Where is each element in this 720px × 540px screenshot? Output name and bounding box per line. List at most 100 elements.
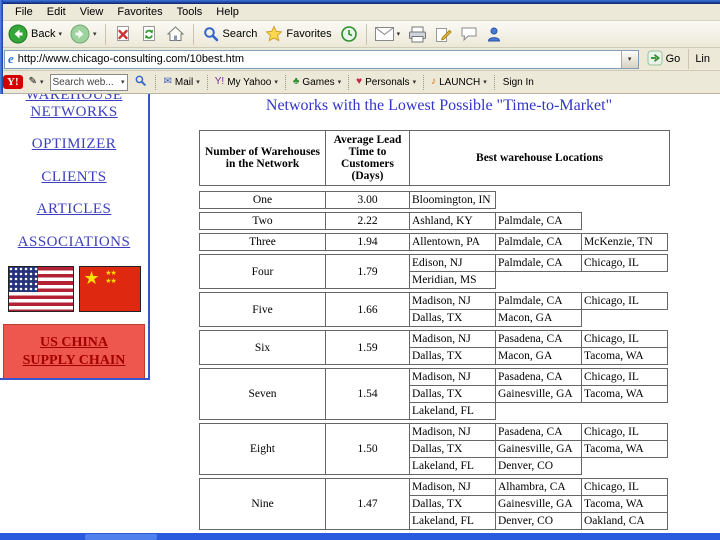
address-url-text: http://www.chicago-consulting.com/10best… bbox=[17, 53, 245, 65]
menu-item-tools[interactable]: Tools bbox=[170, 5, 210, 19]
forward-button[interactable]: ▾ bbox=[66, 22, 101, 46]
history-clock-icon bbox=[340, 25, 358, 43]
yahoo-items: ✉ Mail ▾ Y! My Yahoo ▾ ♣ Games ▾ ♥ Personals ▾ ♪ LAUN… bbox=[161, 74, 497, 90]
taskbar bbox=[0, 533, 720, 540]
links-toolbar-label[interactable]: Lin bbox=[688, 49, 716, 69]
sidebar-link-articles[interactable]: ARTICLES bbox=[3, 201, 145, 218]
header-number-of-warehouses: Number of Warehouses in the Network bbox=[199, 130, 326, 186]
menu-item-help[interactable]: Help bbox=[209, 5, 246, 19]
yahoo-separator bbox=[423, 74, 425, 90]
menu-bar: File Edit View Favorites Tools Help bbox=[0, 4, 720, 21]
china-flag: ★ ★★ ★★ bbox=[78, 266, 141, 312]
location-cell: Chicago, IL bbox=[581, 254, 668, 272]
home-button[interactable] bbox=[162, 22, 189, 46]
location-cell: Palmdale, CA bbox=[495, 292, 582, 310]
yahoo-item-mail[interactable]: ✉ Mail ▾ bbox=[161, 76, 203, 89]
search-icon bbox=[202, 25, 220, 43]
dropdown-caret-icon: ▾ bbox=[196, 78, 200, 86]
yahoo-item-launch[interactable]: ♪ LAUNCH ▾ bbox=[428, 76, 490, 89]
menu-item-edit[interactable]: Edit bbox=[40, 5, 73, 19]
taskbar-window-button[interactable] bbox=[85, 534, 157, 540]
lead-time-cell: 1.50 bbox=[325, 423, 410, 475]
us-flag bbox=[7, 266, 74, 312]
yahoo-item-label: Personals bbox=[365, 76, 410, 88]
location-cell: Bloomington, IN bbox=[409, 191, 496, 209]
go-button-label: Go bbox=[665, 53, 681, 65]
yahoo-compose-button[interactable]: ✎ ▾ bbox=[26, 76, 47, 88]
location-cell: Tacoma, WA bbox=[581, 347, 668, 365]
yahoo-separator bbox=[206, 74, 208, 90]
header-best-locations: Best warehouse Locations bbox=[409, 130, 670, 186]
location-cell: Chicago, IL bbox=[581, 423, 668, 441]
yahoo-separator bbox=[493, 74, 495, 90]
network-row-six: Six 1.59 Madison, NJ Pasadena, CA Chicago, I… bbox=[199, 330, 668, 365]
location-cell: Madison, NJ bbox=[409, 330, 496, 348]
yahoo-item-games[interactable]: ♣ Games ▾ bbox=[290, 76, 344, 89]
us-china-link-supply-chain[interactable]: SUPPLY CHAIN bbox=[23, 353, 126, 369]
messenger-button[interactable] bbox=[482, 22, 506, 46]
sidebar-link-associations[interactable]: ASSOCIATIONS bbox=[3, 234, 145, 251]
address-input[interactable]: e http://www.chicago-consulting.com/10be… bbox=[4, 49, 639, 69]
location-cell: Madison, NJ bbox=[409, 368, 496, 386]
menu-item-file[interactable]: File bbox=[8, 5, 40, 19]
us-china-link-us-china[interactable]: US CHINA bbox=[40, 335, 108, 351]
discuss-button[interactable] bbox=[456, 22, 482, 46]
menu-item-view[interactable]: View bbox=[73, 5, 111, 19]
location-cell: Tacoma, WA bbox=[581, 385, 668, 403]
warehouse-count-cell: Seven bbox=[199, 368, 326, 420]
forward-arrow-icon bbox=[70, 24, 90, 44]
location-cell: Gainesville, GA bbox=[495, 495, 582, 513]
lead-time-cell: 1.79 bbox=[325, 254, 410, 289]
location-cell: Dallas, TX bbox=[409, 495, 496, 513]
yahoo-item-label: Mail bbox=[174, 76, 194, 88]
lead-time-cell: 1.66 bbox=[325, 292, 410, 327]
menu-item-favorites[interactable]: Favorites bbox=[110, 5, 169, 19]
edit-button[interactable] bbox=[431, 22, 456, 46]
location-cell: Pasadena, CA bbox=[495, 368, 582, 386]
go-button[interactable]: Go bbox=[643, 49, 685, 69]
sidebar-link-optimizer[interactable]: OPTIMIZER bbox=[3, 136, 145, 153]
back-dropdown-icon: ▾ bbox=[58, 30, 62, 38]
lead-time-cell: 1.47 bbox=[325, 478, 410, 530]
mail-button[interactable]: ▾ bbox=[371, 22, 405, 46]
search-button[interactable]: Search bbox=[198, 22, 262, 46]
address-dropdown-button[interactable]: ▾ bbox=[620, 50, 638, 68]
print-button[interactable] bbox=[404, 22, 431, 46]
yahoo-item-personals[interactable]: ♥ Personals ▾ bbox=[353, 76, 419, 89]
dropdown-caret-icon: ▾ bbox=[412, 78, 417, 86]
sidebar-link-warehouse-networks[interactable]: WAREHOUSE NETWORKS bbox=[3, 94, 145, 120]
yahoo-item-my-yahoo[interactable]: Y! My Yahoo ▾ bbox=[212, 76, 281, 89]
location-cell: Meridian, MS bbox=[409, 271, 496, 289]
china-flag-small-stars: ★★ ★★ bbox=[105, 270, 117, 285]
location-cell: Pasadena, CA bbox=[495, 330, 582, 348]
location-cell: Palmdale, CA bbox=[495, 254, 582, 272]
sidebar-link-clients[interactable]: CLIENTS bbox=[3, 169, 145, 186]
location-cell: Tacoma, WA bbox=[581, 440, 668, 458]
chevron-down-icon: ▾ bbox=[627, 55, 632, 63]
stop-icon bbox=[114, 25, 132, 43]
yahoo-search-input[interactable]: Search web... ▾ bbox=[49, 73, 128, 91]
location-cell: Oakland, CA bbox=[581, 512, 668, 530]
location-cell: Chicago, IL bbox=[581, 330, 668, 348]
network-row-three: Three 1.94 Allentown, PA Palmdale, CA McKenz… bbox=[199, 233, 668, 251]
network-row-five: Five 1.66 Madison, NJ Palmdale, CA Chicago, … bbox=[199, 292, 668, 327]
flags-row: ★ ★★ ★★ bbox=[0, 266, 148, 312]
refresh-button[interactable] bbox=[136, 22, 162, 46]
yahoo-search-button[interactable] bbox=[131, 73, 150, 91]
favorites-button[interactable]: Favorites bbox=[261, 22, 335, 46]
network-table-rows: One 3.00 Bloomington, IN Two 2.22 Ashland, KY… bbox=[199, 191, 679, 530]
mail-envelope-icon bbox=[374, 27, 394, 41]
messenger-person-icon bbox=[486, 26, 502, 43]
yahoo-sign-in[interactable]: Sign In bbox=[500, 76, 537, 89]
warehouse-count-cell: Five bbox=[199, 292, 326, 327]
discuss-bubble-icon bbox=[460, 26, 478, 42]
history-button[interactable] bbox=[336, 22, 362, 46]
favorites-button-label: Favorites bbox=[286, 28, 332, 40]
refresh-icon bbox=[140, 25, 158, 43]
back-button[interactable]: Back ▾ bbox=[4, 22, 66, 46]
location-cell: Alhambra, CA bbox=[495, 478, 582, 496]
stop-button[interactable] bbox=[110, 22, 136, 46]
location-cell: Macon, GA bbox=[495, 347, 582, 365]
yahoo-logo[interactable]: Y! bbox=[3, 75, 23, 89]
main-area: Networks with the Lowest Possible "Time-… bbox=[199, 94, 679, 533]
